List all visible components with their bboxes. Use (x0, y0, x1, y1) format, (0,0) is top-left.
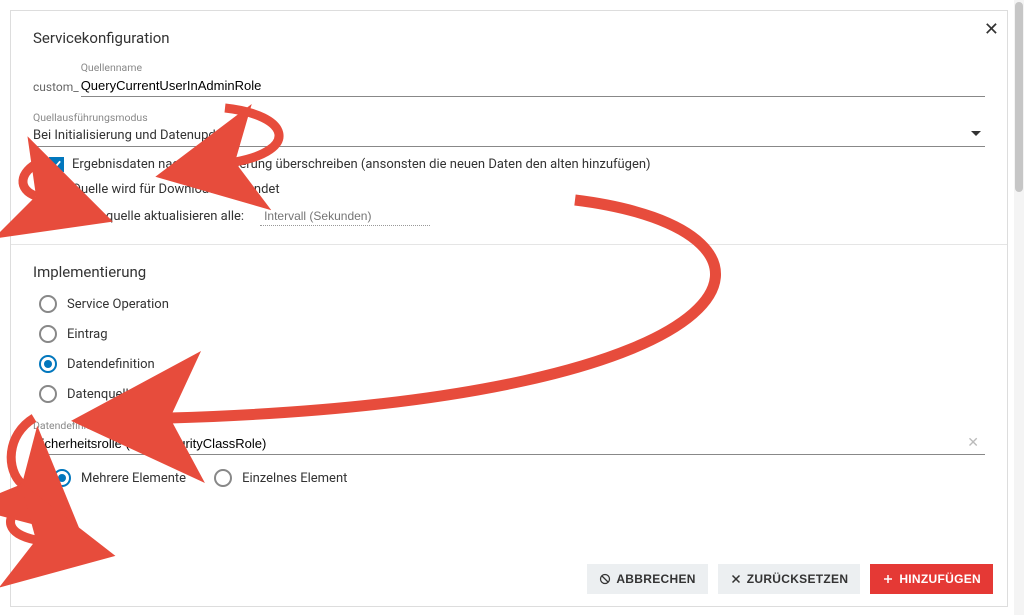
impl-option-label: Datendefinition (67, 357, 155, 372)
exec-mode-select[interactable]: Bei Initialisierung und Datenupdate (33, 125, 985, 147)
source-name-input[interactable] (81, 75, 985, 97)
cancel-button[interactable]: ABBRECHEN (587, 564, 707, 594)
section-title-serviceconfig: Servicekonfiguration (33, 29, 985, 47)
download-checkbox-row[interactable]: Quelle wird für Download verwendet (49, 182, 985, 197)
radio-icon (39, 325, 57, 343)
datadef-input[interactable] (33, 433, 985, 455)
dialog-footer: ABBRECHEN ZURÜCKSETZEN HINZUFÜGEN (11, 552, 1007, 606)
radio-icon (39, 295, 57, 313)
reset-label: ZURÜCKSETZEN (747, 572, 849, 586)
source-name-row: custom_ Quellenname (33, 61, 985, 97)
item-mode-group: Mehrere Elemente Einzelnes Element (53, 469, 985, 487)
source-name-label: Quellenname (81, 61, 985, 74)
section-title-implementation: Implementierung (33, 263, 985, 281)
impl-option-datendefinition[interactable]: Datendefinition (39, 355, 985, 373)
source-name-field: Quellenname (81, 61, 985, 97)
refresh-interval-input[interactable] (260, 207, 430, 226)
scrollbar-thumb[interactable] (1015, 2, 1023, 192)
impl-option-service-operation[interactable]: Service Operation (39, 295, 985, 313)
exec-mode-label: Quellausführungsmodus (33, 111, 985, 124)
reset-button[interactable]: ZURÜCKSETZEN (718, 564, 861, 594)
add-button[interactable]: HINZUFÜGEN (870, 564, 993, 594)
radio-icon (53, 469, 71, 487)
download-checkbox[interactable] (49, 182, 64, 197)
item-mode-multi[interactable]: Mehrere Elemente (53, 469, 186, 487)
item-mode-single[interactable]: Einzelnes Element (214, 469, 347, 487)
clear-icon[interactable]: ✕ (967, 435, 979, 451)
section-divider (11, 244, 1007, 245)
item-mode-single-label: Einzelnes Element (242, 471, 347, 486)
datadef-label: Datendefinition (33, 419, 985, 432)
add-label: HINZUFÜGEN (899, 572, 981, 586)
exec-mode-value: Bei Initialisierung und Datenupdate (33, 128, 234, 143)
overwrite-checkbox[interactable] (49, 157, 64, 172)
impl-option-datenquelle[interactable]: Datenquelle (39, 385, 985, 403)
dialog: ✕ Servicekonfiguration custom_ Quellenna… (10, 10, 1008, 607)
item-mode-multi-label: Mehrere Elemente (81, 471, 186, 486)
refresh-checkbox[interactable] (49, 209, 64, 224)
chevron-down-icon (971, 131, 981, 136)
overwrite-label: Ergebnisdaten nach Aktualisierung übersc… (72, 157, 651, 172)
dialog-content: Servicekonfiguration custom_ Quellenname… (11, 11, 1007, 552)
cancel-label: ABBRECHEN (616, 572, 695, 586)
exec-mode-field: Quellausführungsmodus Bei Initialisierun… (33, 111, 985, 147)
source-name-prefix: custom_ (33, 80, 81, 97)
close-icon[interactable]: ✕ (984, 19, 999, 40)
radio-icon (39, 355, 57, 373)
impl-option-eintrag[interactable]: Eintrag (39, 325, 985, 343)
radio-icon (214, 469, 232, 487)
download-label: Quelle wird für Download verwendet (72, 182, 280, 197)
refresh-checkbox-row[interactable]: Datenquelle aktualisieren alle: (49, 207, 985, 226)
scrollbar[interactable] (1014, 0, 1024, 615)
impl-option-label: Service Operation (67, 297, 169, 312)
overwrite-checkbox-row[interactable]: Ergebnisdaten nach Aktualisierung übersc… (49, 157, 985, 172)
refresh-label: Datenquelle aktualisieren alle: (72, 209, 244, 224)
impl-option-label: Datenquelle (67, 387, 136, 402)
datadef-field: Datendefinition ✕ (33, 419, 985, 455)
radio-icon (39, 385, 57, 403)
impl-option-label: Eintrag (67, 327, 108, 342)
